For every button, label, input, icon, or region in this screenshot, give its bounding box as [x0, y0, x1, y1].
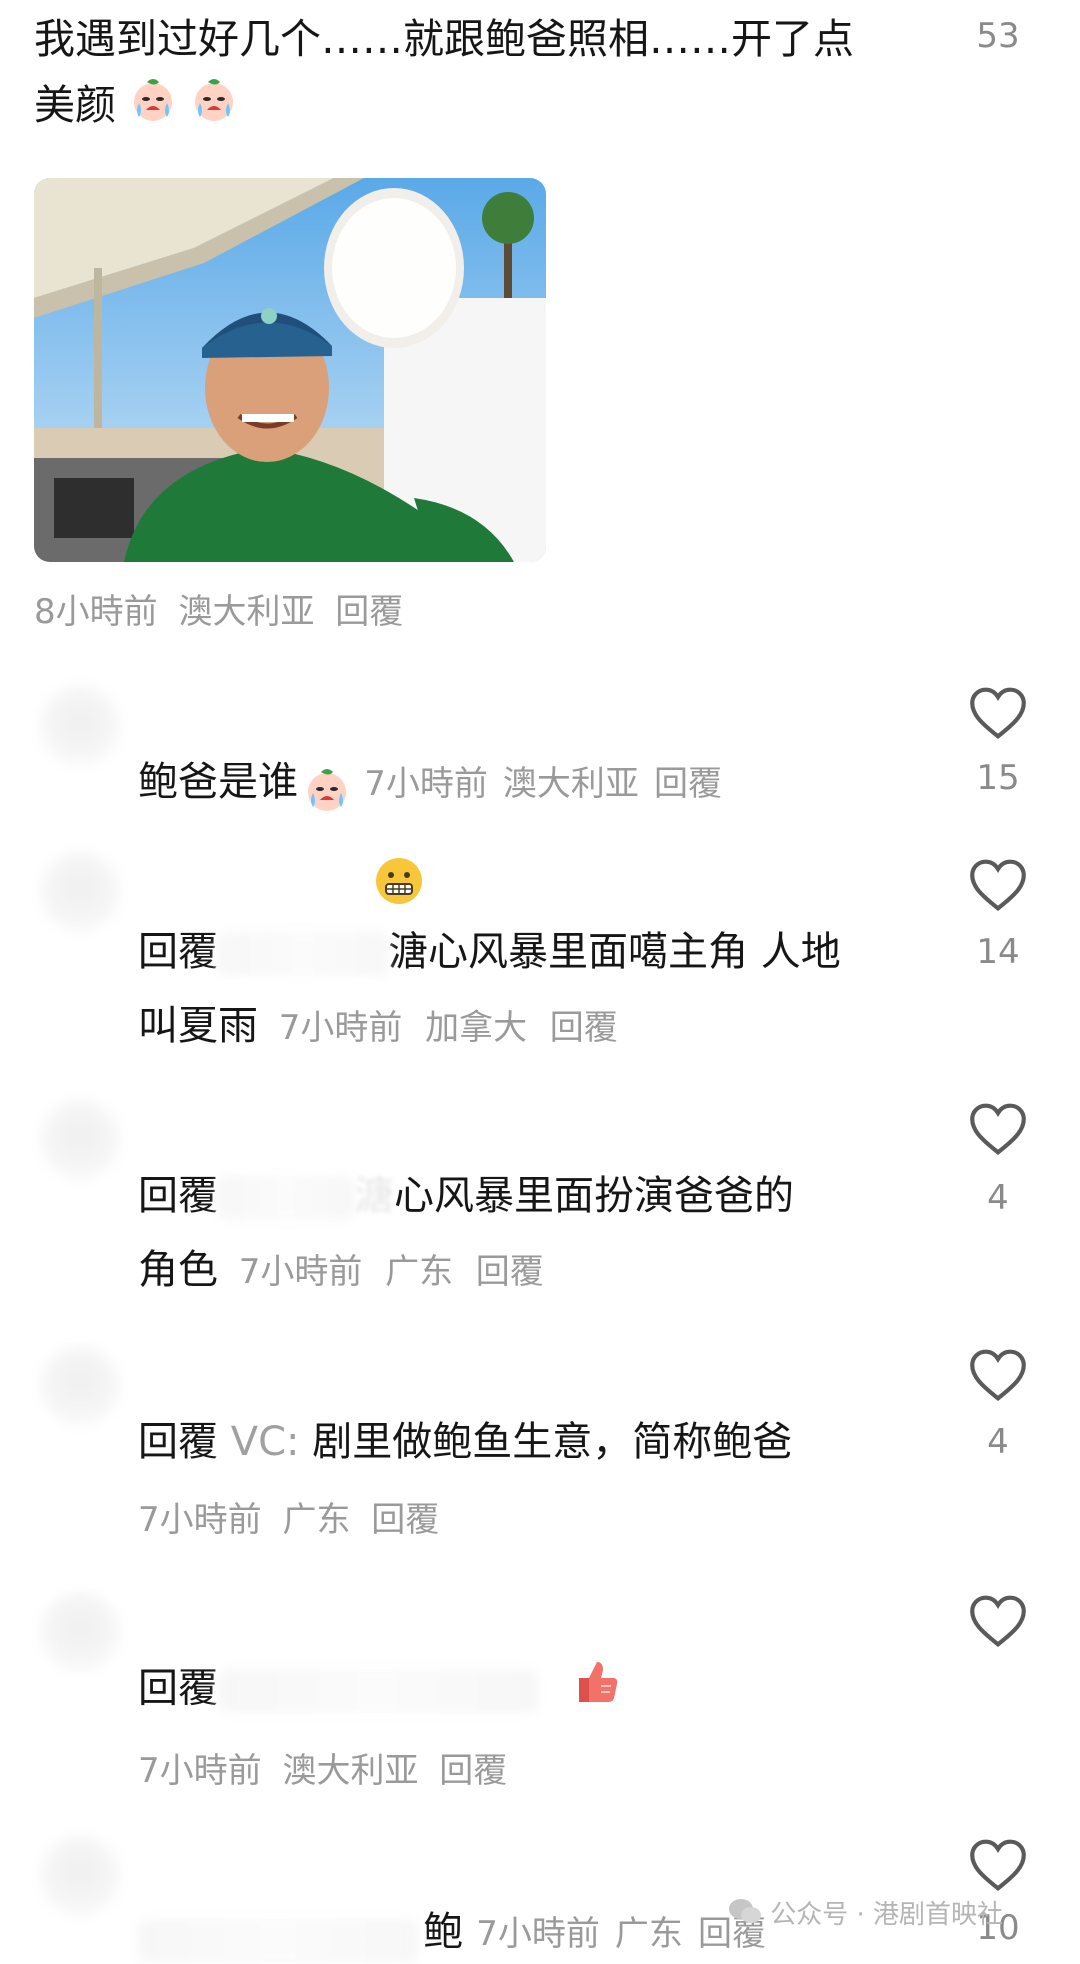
reply-text: 剧里做鲍鱼生意，简称鲍爸 [312, 1419, 793, 1465]
main-comment-text: 我遇到过好几个……就跟鲍爸照相……开了点美颜 [34, 6, 874, 142]
watermark-text: 公众号 · 港剧首映社 [770, 1900, 1004, 1930]
comment-location: 加拿大 [425, 1008, 528, 1048]
comment-location: 广东 [385, 1252, 454, 1292]
photo-image [34, 178, 546, 562]
crying-face-emoji [190, 75, 238, 142]
heart-icon [970, 859, 1026, 911]
comment-location: 澳大利亚 [282, 1751, 419, 1791]
comment-time: 8小時前 [34, 592, 158, 632]
reply-1: 鲍爸是谁 7小時前 澳大利亚 回覆 [138, 750, 722, 817]
reply-line-2: 角色 7小時前 广东 回覆 [138, 1238, 918, 1304]
heart-icon [970, 1349, 1026, 1401]
heart-icon [970, 1595, 1026, 1647]
reply-meta: 7小時前 澳大利亚 回覆 [138, 1739, 918, 1803]
comment-time: 7小時前 [138, 1500, 262, 1540]
comment-time: 7小時前 [278, 1008, 403, 1048]
reply-line-1: 回覆 VC: 剧里做鲍鱼生意，简称鲍爸 [138, 1410, 918, 1474]
reply-meta: 7小時前 广东 回覆 [138, 1488, 918, 1552]
comment-photo[interactable] [34, 178, 546, 562]
comment-time: 7小時前 [476, 1914, 600, 1954]
reply-3: 回覆 溏心风暴里面扮演爸爸的 角色 7小時前 广东 回覆 [138, 1164, 918, 1304]
watermark: 公众号 · 港剧首映社 [728, 1894, 1003, 1933]
avatar[interactable] [40, 1346, 120, 1426]
heart-icon [970, 1839, 1026, 1891]
reply-prefix: 回覆 [138, 1419, 218, 1465]
avatar[interactable] [40, 1592, 120, 1672]
reply-link[interactable]: 回覆 [476, 1252, 544, 1292]
blurred-fragment: 溏 [354, 1173, 394, 1219]
reply-prefix: 回覆 [138, 1665, 218, 1712]
reply-text: 鲍爸是谁 [138, 759, 298, 805]
reply-line-2: 叫夏雨 7小時前 加拿大 回覆 [138, 994, 918, 1060]
like-button[interactable] [968, 1838, 1028, 1896]
avatar[interactable] [40, 1836, 120, 1916]
reply-link[interactable]: 回覆 [439, 1751, 507, 1791]
reply-prefix: 回覆 [138, 929, 218, 975]
avatar[interactable] [40, 1100, 120, 1180]
blurred-username [218, 932, 388, 976]
reply-text-cont: 叫夏雨 [138, 1003, 258, 1049]
main-comment-like-count: 53 [976, 16, 1020, 56]
heart-icon [970, 1103, 1026, 1155]
avatar[interactable] [40, 686, 120, 766]
blurred-content [218, 1668, 538, 1713]
comment-time: 7小時前 [238, 1252, 363, 1292]
comment-time: 7小時前 [364, 764, 488, 804]
reply-text: 心风暴里面扮演爸爸的 [394, 1173, 794, 1219]
reply-text: 鲍 [423, 1909, 464, 1955]
like-count: 15 [976, 758, 1020, 798]
blurred-username [218, 1176, 354, 1220]
comment-time: 7小時前 [138, 1751, 262, 1791]
reply-line-1: 回覆 溏心风暴里面噶主角 人地 [138, 920, 918, 984]
reply-username[interactable]: VC: [231, 1419, 300, 1465]
comment-location: 广东 [282, 1500, 351, 1540]
heart-icon [970, 687, 1026, 739]
comment-location: 广东 [614, 1914, 683, 1954]
reply-link[interactable]: 回覆 [550, 1008, 618, 1048]
like-count: 4 [987, 1178, 1009, 1218]
reply-5: 回覆 7小時前 澳大利亚 回覆 [138, 1656, 918, 1803]
crying-face-emoji [303, 765, 351, 817]
main-comment-meta: 8小時前 澳大利亚 回覆 [34, 584, 403, 633]
like-button[interactable] [968, 686, 1028, 744]
reply-text-cont: 角色 [138, 1247, 218, 1293]
comment-location: 澳大利亚 [502, 764, 639, 804]
reply-prefix: 回覆 [138, 1173, 218, 1219]
reply-2: 回覆 溏心风暴里面噶主角 人地 叫夏雨 7小時前 加拿大 回覆 [138, 920, 918, 1060]
reply-line-1: 回覆 溏心风暴里面扮演爸爸的 [138, 1164, 918, 1228]
avatar[interactable] [40, 852, 120, 932]
like-button[interactable] [968, 1102, 1028, 1160]
like-button[interactable] [968, 1348, 1028, 1406]
reply-link[interactable]: 回覆 [371, 1500, 439, 1540]
blurred-content [138, 1918, 418, 1963]
like-count: 14 [976, 932, 1020, 972]
grimace-emoji [374, 856, 424, 910]
like-button[interactable] [968, 1594, 1028, 1652]
reply-link[interactable]: 回覆 [335, 592, 403, 632]
reply-4: 回覆 VC: 剧里做鲍鱼生意，简称鲍爸 7小時前 广东 回覆 [138, 1410, 918, 1552]
crying-face-emoji [129, 75, 177, 142]
thumbs-up-emoji [571, 1656, 621, 1725]
reply-link[interactable]: 回覆 [654, 764, 722, 804]
wechat-icon [728, 1898, 762, 1933]
comment-location: 澳大利亚 [178, 592, 315, 632]
reply-text: 溏心风暴里面噶主角 人地 [388, 929, 841, 975]
reply-line-1: 回覆 [138, 1656, 918, 1725]
like-count: 4 [987, 1422, 1009, 1462]
like-button[interactable] [968, 858, 1028, 916]
